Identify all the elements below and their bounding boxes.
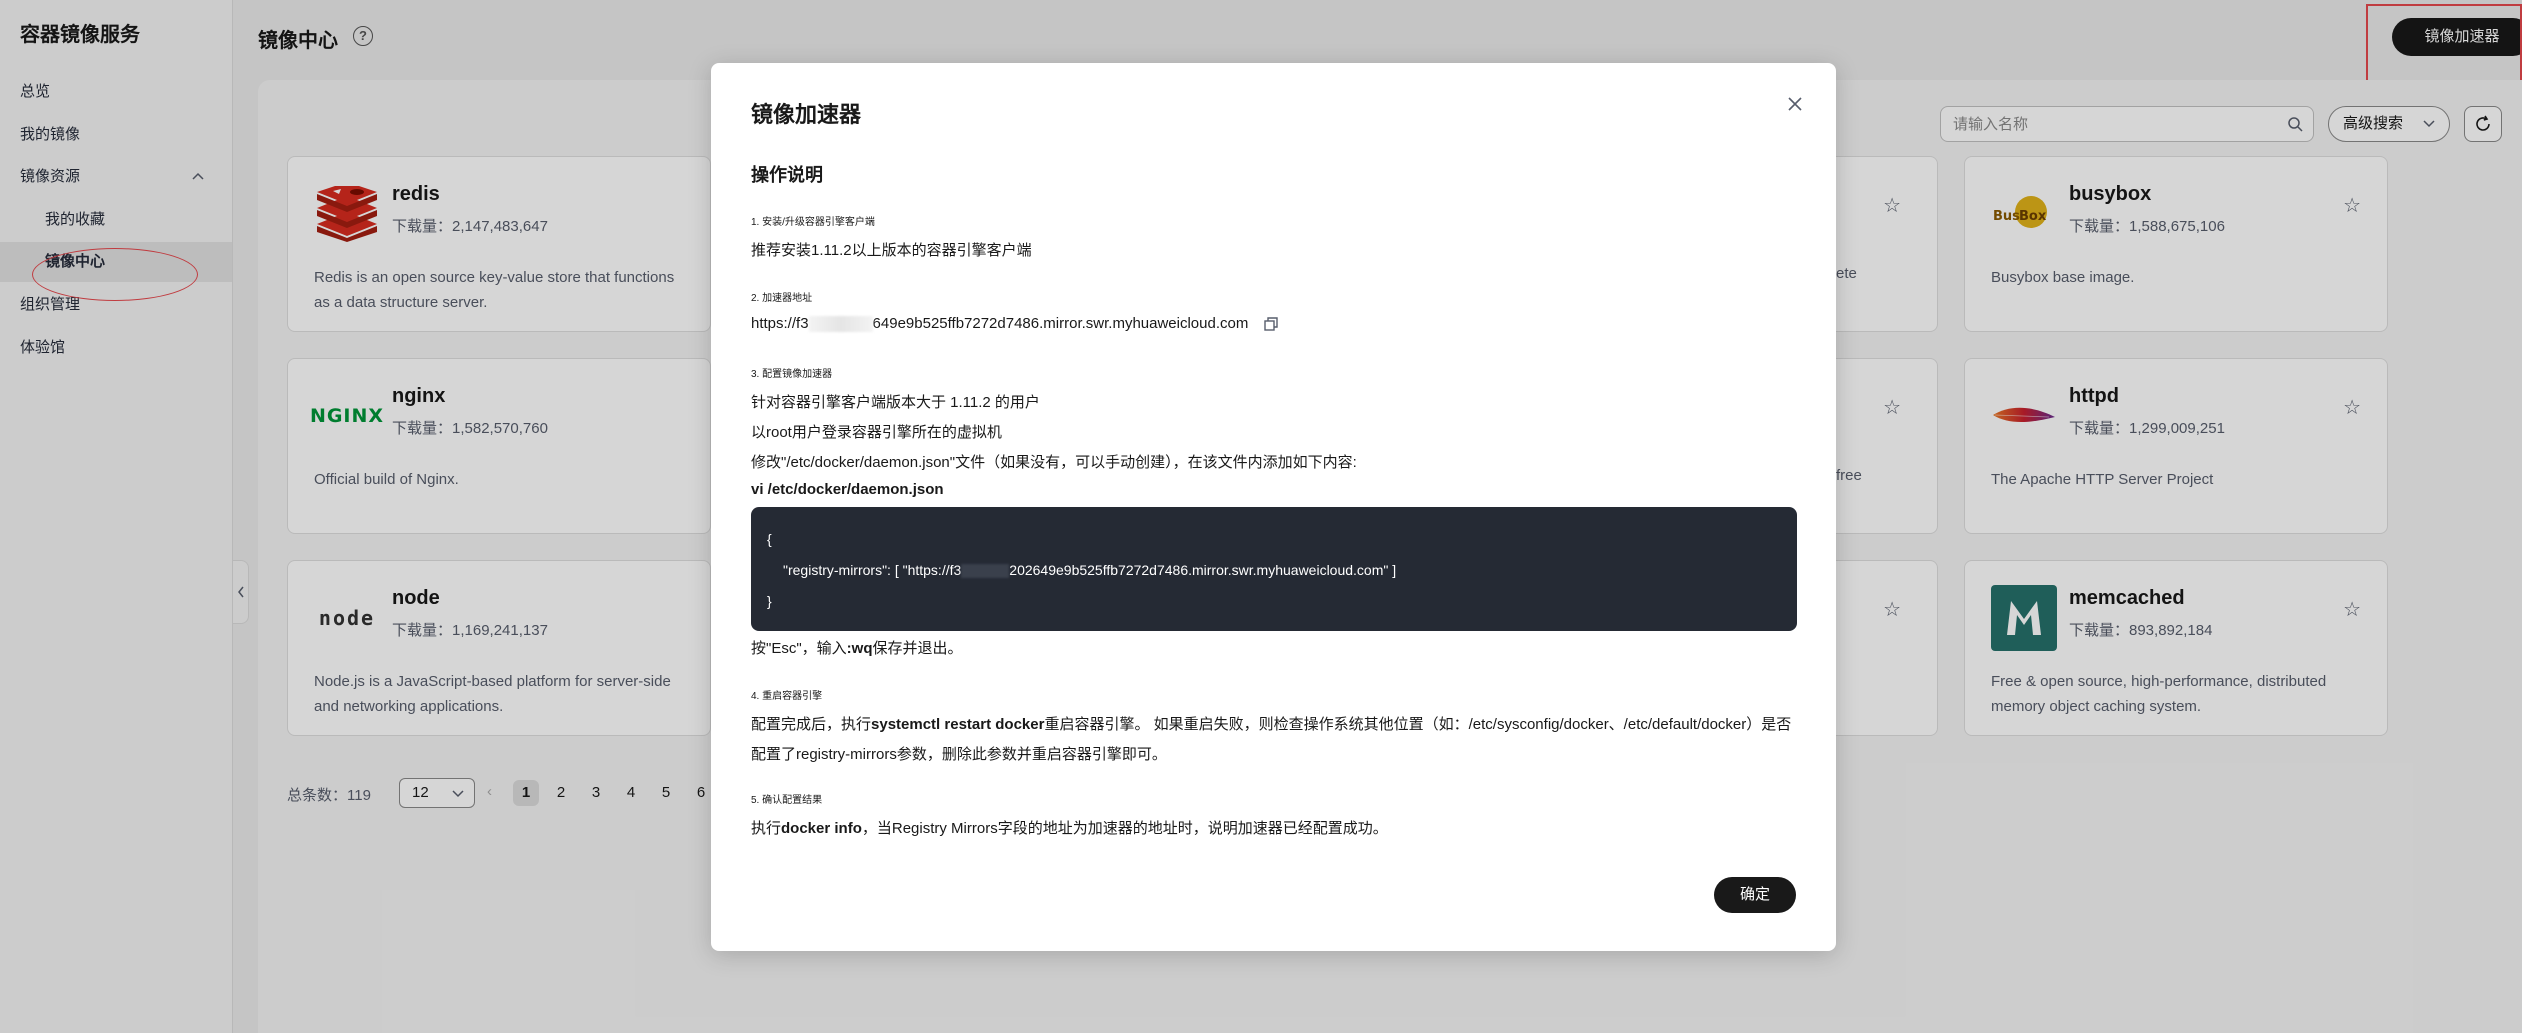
code-prefix: "registry-mirrors": [ "https://f3 xyxy=(783,562,962,578)
step-text: 配置了registry-mirrors参数，删除此参数并重启容器引擎即可。 xyxy=(751,746,1167,763)
step-heading: 4. 重启容器引擎 xyxy=(751,691,823,702)
code-line: "registry-mirrors": [ "https://f3 202649e… xyxy=(783,562,1397,579)
step-text: 修改"/etc/docker/daemon.json"文件（如果没有，可以手动创… xyxy=(751,454,1357,471)
text-part: 配置完成后，执行 xyxy=(751,716,872,733)
text-bold: docker info xyxy=(781,820,862,837)
step-text: 执行docker info，当Registry Mirrors字段的地址为加速器… xyxy=(751,817,1388,838)
step-text: 按"Esc"，输入:wq保存并退出。 xyxy=(751,637,963,658)
close-icon[interactable] xyxy=(1784,93,1806,115)
dialog-title: 镜像加速器 xyxy=(751,102,862,127)
step-heading: 2. 加速器地址 xyxy=(751,293,813,304)
image-accelerator-dialog: 镜像加速器 操作说明 1. 安装/升级容器引擎客户端 推荐安装1.11.2以上版… xyxy=(711,63,1836,951)
text-bold: systemctl restart docker xyxy=(871,716,1045,733)
code-block: { "registry-mirrors": [ "https://f3 20264… xyxy=(751,507,1797,631)
text-part: 重启容器引擎。 如果重启失败，则检查操作系统其他位置（如：/etc/syscon… xyxy=(1044,716,1792,733)
text-part: ，当Registry Mirrors字段的地址为加速器的地址时，说明加速器已经配… xyxy=(861,820,1388,837)
text-part: 保存并退出。 xyxy=(872,640,963,657)
code-suffix: 202649e9b525ffb7272d7486.mirror.swr.myhu… xyxy=(1009,562,1397,578)
command-text: vi /etc/docker/daemon.json xyxy=(751,481,944,498)
step-heading: 3. 配置镜像加速器 xyxy=(751,369,833,380)
url-prefix: https://f3 xyxy=(751,315,809,332)
section-heading: 操作说明 xyxy=(751,165,823,185)
step-text: 以root用户登录容器引擎所在的虚拟机 xyxy=(751,424,1002,441)
text-bold: :wq xyxy=(846,640,873,657)
step-text: 针对容器引擎客户端版本大于 1.11.2 的用户 xyxy=(751,394,1040,411)
accelerator-url: https://f3 649e9b525ffb7272d7486.mirror.s… xyxy=(751,315,1279,333)
copy-icon[interactable] xyxy=(1263,316,1279,332)
code-line: { xyxy=(767,531,772,547)
url-suffix: 649e9b525ffb7272d7486.mirror.swr.myhuawe… xyxy=(872,315,1249,332)
redacted-segment xyxy=(961,564,1010,579)
step-heading: 5. 确认配置结果 xyxy=(751,795,823,806)
code-line: } xyxy=(767,593,772,609)
step-text: 推荐安装1.11.2以上版本的容器引擎客户端 xyxy=(751,242,1032,259)
redacted-segment xyxy=(808,316,873,333)
text-part: 执行 xyxy=(751,820,782,837)
text-part: 按"Esc"，输入 xyxy=(751,640,847,657)
step-heading: 1. 安装/升级容器引擎客户端 xyxy=(751,217,875,228)
step-text: 配置完成后，执行systemctl restart docker重启容器引擎。 … xyxy=(751,713,1791,734)
confirm-button[interactable]: 确定 xyxy=(1714,877,1796,913)
